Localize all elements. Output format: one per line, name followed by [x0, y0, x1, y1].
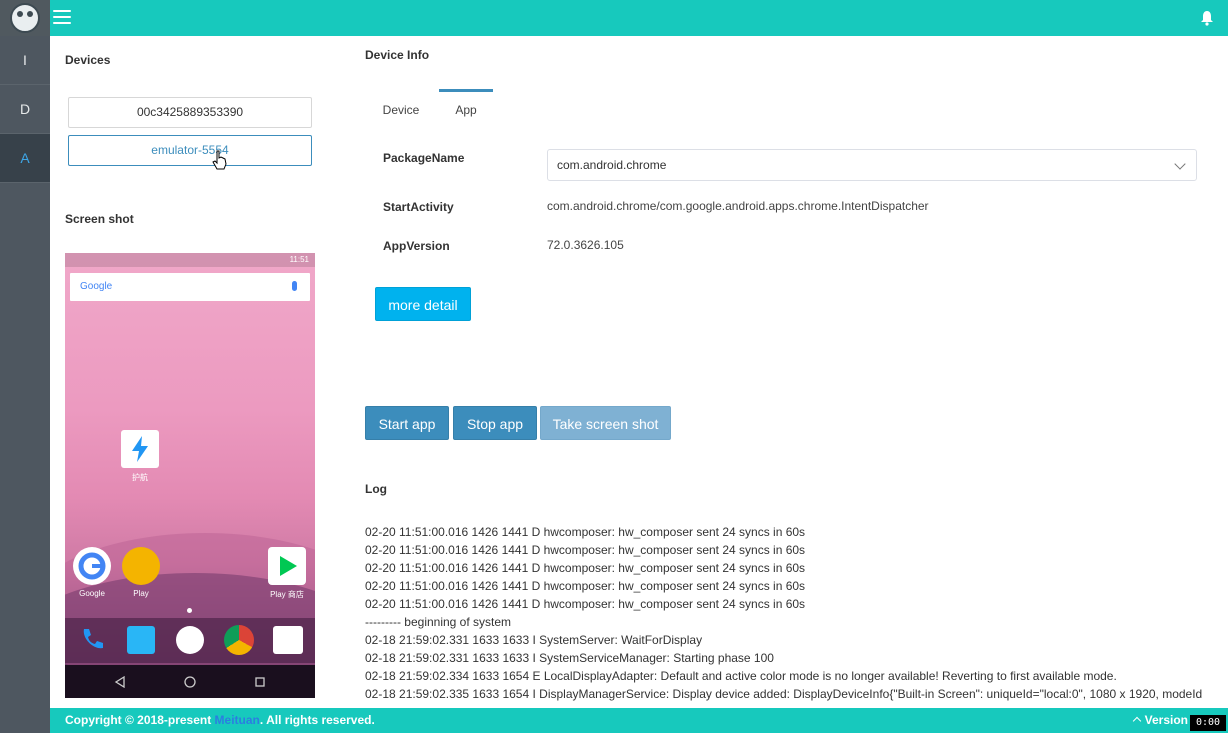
recents-icon [255, 677, 265, 687]
app-label: 护航 [132, 473, 148, 482]
chrome-icon [224, 625, 254, 655]
log-line: 02-20 11:51:00.016 1426 1441 D hwcompose… [365, 525, 806, 539]
active-tab-indicator [439, 89, 493, 92]
package-select-value: com.android.chrome [557, 158, 667, 172]
play-store-icon [268, 547, 306, 585]
copyright-suffix: . All rights reserved. [259, 713, 375, 727]
take-screenshot-button[interactable]: Take screen shot [540, 406, 671, 440]
more-detail-button[interactable]: more detail [375, 287, 471, 321]
brand-link[interactable]: Meituan [215, 713, 260, 727]
google-logo: Google [80, 281, 113, 292]
recording-timer: 0:00 [1190, 715, 1226, 731]
log-line: 02-18 21:59:02.331 1633 1633 I SystemSer… [365, 651, 774, 665]
package-name-label: PackageName [383, 151, 465, 165]
phone-time: 11:51 [289, 255, 309, 264]
device-screenshot: 11:51 Google 护航 Google Play Play 商店 [65, 253, 315, 698]
footer: Copyright © 2018-present Meituan. All ri… [50, 708, 1228, 733]
devices-title: Devices [65, 53, 111, 67]
log-line: 02-20 11:51:00.016 1426 1441 D hwcompose… [365, 561, 806, 575]
log-line: 02-18 21:59:02.334 1633 1654 E LocalDisp… [365, 669, 1117, 683]
device-button-selected[interactable]: emulator-5554 [68, 135, 312, 166]
log-line: --------- beginning of system [365, 615, 512, 629]
app-drawer-icon [176, 626, 204, 654]
phone-nav-bar [65, 665, 315, 698]
device-info-title: Device Info [365, 48, 430, 62]
logo [0, 0, 50, 36]
phone-search-bar: Google [70, 273, 310, 301]
copyright-prefix: Copyright © 2018-present [65, 713, 215, 727]
chevron-down-icon [1174, 158, 1186, 170]
screenshot-title: Screen shot [65, 212, 134, 226]
home-icon [184, 676, 196, 688]
version-label[interactable]: Version [1145, 708, 1188, 733]
log-line: 02-20 11:51:00.016 1426 1441 D hwcompose… [365, 597, 806, 611]
chevron-up-icon[interactable] [1132, 716, 1142, 726]
device-button[interactable]: 00c3425889353390 [68, 97, 312, 128]
log-line: 02-18 21:59:02.335 1633 1654 I DisplayMa… [365, 687, 1203, 701]
bell-icon[interactable] [1200, 10, 1214, 26]
phone-status-bar: 11:51 [65, 253, 315, 267]
start-app-button[interactable]: Start app [365, 406, 449, 440]
logo-icon [10, 3, 40, 33]
app-version-value: 72.0.3626.105 [547, 238, 624, 252]
back-icon [114, 676, 125, 688]
google-app-icon [73, 547, 111, 585]
app-label: Play 商店 [270, 590, 304, 599]
start-activity-label: StartActivity [383, 200, 454, 214]
log-output[interactable]: 02-20 11:51:00.016 1426 1441 D hwcompose… [365, 523, 1225, 706]
nav-item-a[interactable]: A [0, 134, 50, 183]
package-select[interactable]: com.android.chrome [547, 149, 1197, 181]
nav-item-i[interactable]: I [0, 36, 50, 85]
phone-dock [65, 618, 315, 663]
play-music-icon [122, 547, 160, 585]
app-label: Play [133, 589, 149, 598]
tab-app[interactable]: App [439, 90, 493, 130]
hand-cursor-icon [212, 150, 227, 170]
start-activity-value: com.android.chrome/com.google.android.ap… [547, 199, 929, 213]
side-nav: I D A [0, 36, 50, 733]
bolt-icon [132, 436, 148, 462]
tab-device[interactable]: Device [381, 90, 421, 130]
log-line: 02-18 21:59:02.331 1633 1633 I SystemSer… [365, 633, 703, 647]
hamburger-icon[interactable] [53, 10, 71, 26]
mic-icon [292, 281, 297, 291]
camera-icon [273, 626, 303, 654]
app-version-label: AppVersion [383, 239, 450, 253]
page-indicator [187, 608, 192, 613]
nav-item-d[interactable]: D [0, 85, 50, 134]
log-title: Log [365, 482, 387, 496]
log-line: 02-20 11:51:00.016 1426 1441 D hwcompose… [365, 543, 806, 557]
stop-app-button[interactable]: Stop app [453, 406, 537, 440]
messages-icon [127, 626, 155, 654]
app-icon [121, 430, 159, 468]
log-line: 02-20 11:51:00.016 1426 1441 D hwcompose… [365, 579, 806, 593]
top-bar [0, 0, 1228, 36]
phone-call-icon [83, 629, 103, 649]
